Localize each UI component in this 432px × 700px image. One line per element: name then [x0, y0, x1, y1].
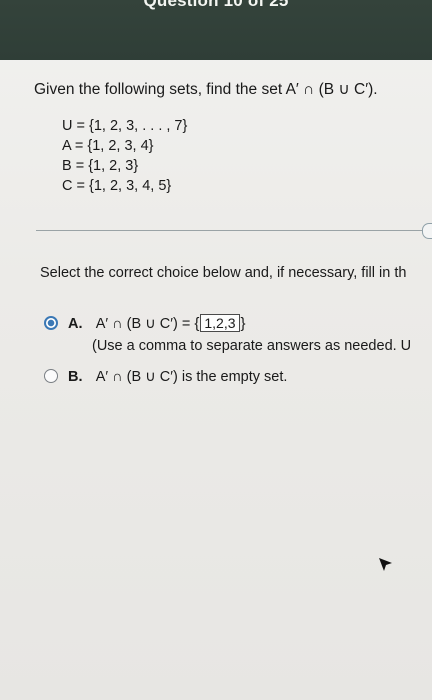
- choice-b[interactable]: B. A′ ∩ (B ∪ C′) is the empty set.: [44, 369, 287, 385]
- choice-b-text: A′ ∩ (B ∪ C′) is the empty set.: [95, 369, 288, 385]
- choice-a[interactable]: A. A′ ∩ (B ∪ C′) = {1,2,3}: [44, 314, 246, 332]
- mouse-pointer-icon: [379, 558, 392, 571]
- choice-a-letter: A.: [68, 316, 83, 332]
- open-brace: {: [194, 315, 200, 332]
- radio-unselected-icon[interactable]: [44, 369, 58, 383]
- radio-selected-icon[interactable]: [44, 316, 58, 330]
- set-definitions: U = {1, 2, 3, . . . , 7} A = {1, 2, 3, 4…: [62, 116, 187, 196]
- instruction-text: Select the correct choice below and, if …: [40, 265, 407, 281]
- set-u: U = {1, 2, 3, . . . , 7}: [62, 118, 188, 134]
- top-header-bar: Question 10 of 25: [0, 0, 432, 60]
- choice-a-note: (Use a comma to separate answers as need…: [92, 338, 412, 354]
- expand-handle-icon[interactable]: [422, 223, 432, 239]
- set-b: B = {1, 2, 3}: [62, 158, 139, 174]
- close-brace: }: [240, 315, 246, 332]
- answer-input[interactable]: 1,2,3: [200, 314, 240, 332]
- choice-b-letter: B.: [68, 369, 83, 385]
- choice-a-expression: A′ ∩ (B ∪ C′) =: [95, 316, 191, 332]
- question-counter: Question 10 of 25: [143, 0, 289, 10]
- section-divider: [36, 230, 432, 231]
- set-a: A = {1, 2, 3, 4}: [62, 138, 154, 154]
- set-c: C = {1, 2, 3, 4, 5}: [62, 178, 172, 194]
- question-prompt: Given the following sets, find the set A…: [34, 81, 378, 98]
